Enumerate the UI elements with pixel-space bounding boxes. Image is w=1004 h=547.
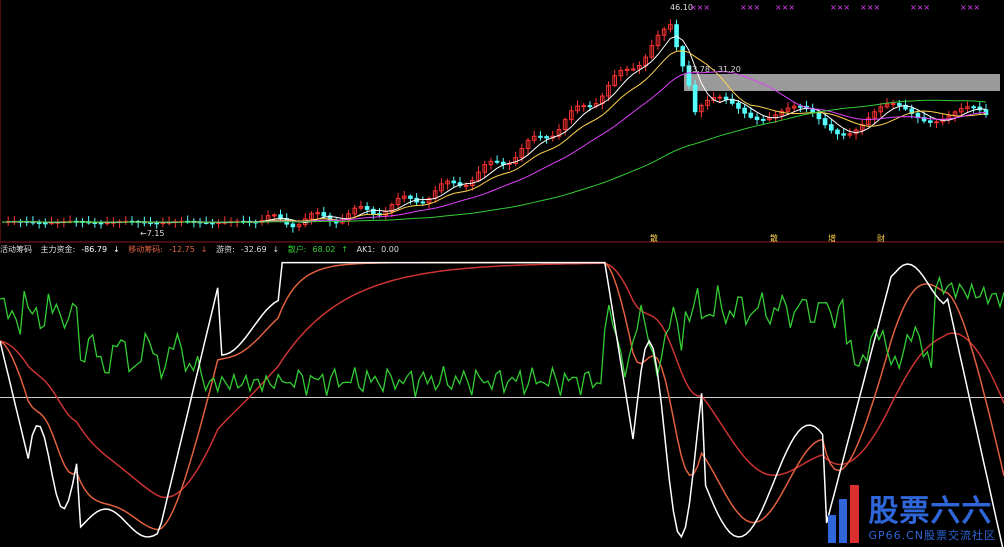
candle-body (43, 222, 48, 225)
candle-body (841, 133, 846, 136)
ma20-line (1, 71, 987, 223)
candle-body (717, 96, 723, 99)
event-marker: 散 (650, 233, 658, 243)
top-x-marker: ××× (775, 3, 795, 12)
retail-line (0, 275, 1004, 397)
candle-body (754, 116, 760, 120)
event-marker: 散 (770, 233, 778, 243)
top-x-marker: ××× (690, 3, 710, 12)
candle-body (674, 24, 679, 48)
candle-body (210, 222, 215, 225)
range-label: 33.78 - 31.20 (687, 65, 741, 74)
candle-body (154, 222, 160, 225)
watermark-logo: 股票六六 GP66.CN股票交流社区 (828, 485, 996, 543)
candle-body (538, 135, 543, 138)
price-range-band (684, 74, 1000, 91)
candle-body (897, 103, 902, 106)
top-x-marker: ××× (860, 3, 880, 12)
candle-body (98, 222, 104, 225)
event-marker: 增 (828, 233, 836, 243)
candle-body (748, 112, 754, 118)
candle-body (822, 118, 828, 126)
logo-bars-icon (828, 485, 866, 543)
candle-body (680, 46, 686, 67)
candle-body (451, 180, 457, 184)
top-x-marker: ××× (740, 3, 760, 12)
candle-body (971, 106, 976, 109)
ma5-line (1, 35, 987, 224)
candle-body (723, 96, 729, 100)
candle-body (321, 212, 327, 217)
candle-body (692, 84, 698, 113)
candle-body (928, 120, 933, 123)
candle-body (544, 136, 549, 139)
top-x-marker: ××× (960, 3, 980, 12)
ma60-line (1, 99, 987, 223)
candle-body (408, 195, 413, 199)
candle-body (742, 107, 747, 114)
candle-body (364, 206, 370, 210)
candle-body (463, 185, 469, 188)
candle-body (760, 118, 766, 121)
chart-stage: 46.10 ←7.15 33.78 - 31.20 ××× ××× ××× ××× ××× ××… (0, 0, 1004, 547)
candle-body (587, 105, 593, 108)
candle-body (420, 201, 426, 204)
candle-body (816, 112, 822, 120)
candle-body (828, 124, 834, 131)
watermark-subtitle: GP66.CN股票交流社区 (868, 529, 996, 542)
candle-body (581, 105, 587, 108)
watermark-title: 股票六六 (868, 494, 993, 529)
candle-body (290, 223, 296, 228)
candle-body (736, 102, 741, 109)
candle-body (630, 68, 636, 71)
candle-body (272, 214, 277, 217)
candle-body (798, 105, 803, 108)
candlestick-chart[interactable]: 46.10←7.1533.78 - 31.20××× ××× ××× ××× ××× ××… (0, 0, 1004, 243)
event-marker: 财 (877, 233, 885, 243)
candle-body (835, 129, 840, 135)
candle-body (890, 103, 896, 106)
candle-body (934, 121, 939, 124)
candle-body (494, 160, 500, 163)
top-x-marker: ××× (830, 3, 850, 12)
top-x-marker: ××× (910, 3, 930, 12)
low-price-label: ←7.15 (140, 229, 165, 238)
